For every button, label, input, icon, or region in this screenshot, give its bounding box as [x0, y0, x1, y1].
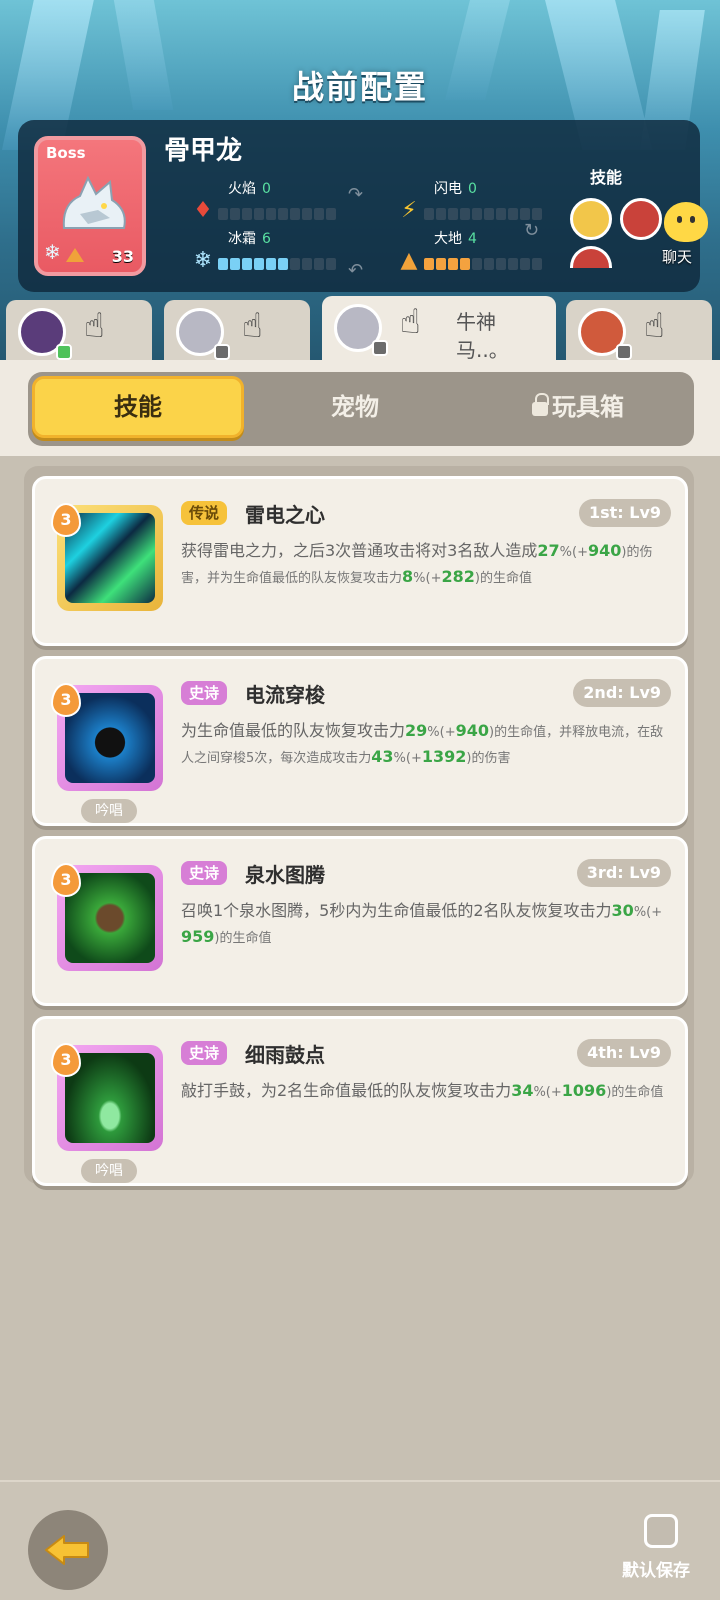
hero-name: 牛神马..。: [456, 310, 509, 362]
skill-description: 获得雷电之力，之后3次普通攻击将对3名敌人造成27%(+940)的伤害，并为生命…: [181, 541, 653, 586]
rarity-badge: 传说: [181, 501, 228, 525]
swap-arrow-icon: ↶: [348, 260, 364, 281]
rarity-badge: 史诗: [181, 1041, 228, 1065]
boss-level: 33: [111, 247, 134, 266]
hero-tab-4[interactable]: ☝: [566, 300, 712, 362]
tab-pets[interactable]: 宠物: [260, 376, 450, 438]
skill-slot-level: 1st: Lv9: [578, 499, 671, 527]
element-bar: [218, 258, 336, 270]
hero-tab-2[interactable]: ☝: [164, 300, 310, 362]
element-bar: [424, 208, 542, 220]
element-value: 4: [468, 231, 477, 247]
boss-portrait: [62, 175, 126, 229]
status-badge: [214, 344, 230, 360]
skill-card[interactable]: 3 吟唱 史诗 电流穿梭 2nd: Lv9 为生命值最低的队友恢复攻击力29%(…: [32, 656, 688, 826]
boss-info-panel: Boss ❄ 33 骨甲龙 火焰 0 ♦ 闪电 0 ⚡ 冰霜 6 ❄ 大地 4 ▲ ↷ …: [18, 120, 700, 292]
element-bar: [424, 258, 542, 270]
boss-skill-icon[interactable]: [620, 198, 662, 240]
element-label: 火焰: [228, 181, 256, 197]
boss-card[interactable]: Boss ❄ 33: [34, 136, 146, 276]
skill-card[interactable]: 3 吟唱 史诗 细雨鼓点 4th: Lv9 敲打手鼓，为2名生命值最低的队友恢复…: [32, 1016, 688, 1186]
back-arrow-icon: [45, 1535, 89, 1565]
tab-toybox[interactable]: 玩具箱: [478, 376, 678, 438]
hero-tab-3[interactable]: ☝ 牛神马..。: [322, 296, 556, 362]
chant-tag: 吟唱: [81, 1159, 137, 1183]
element-value: 0: [262, 181, 271, 197]
earth-icon: ▲: [400, 248, 418, 273]
skill-name: 电流穿梭: [245, 683, 325, 707]
rarity-badge: 史诗: [181, 681, 228, 705]
element-value: 6: [262, 231, 271, 247]
skill-name: 雷电之心: [245, 503, 325, 527]
hand-icon: ☝: [84, 306, 105, 346]
page-title: 战前配置: [291, 68, 428, 106]
hand-icon: ☝: [400, 302, 421, 342]
element-value: 0: [468, 181, 477, 197]
snowflake-icon: ❄: [193, 248, 213, 273]
swap-arrow-icon: ↻: [524, 220, 540, 241]
skill-slot-level: 2nd: Lv9: [573, 679, 671, 707]
status-badge: [56, 344, 72, 360]
hand-icon: ☝: [644, 306, 665, 346]
element-label: 大地: [434, 231, 462, 247]
boss-skills-label: 技能: [590, 168, 623, 187]
status-badge: [616, 344, 632, 360]
rarity-badge: 史诗: [181, 861, 228, 885]
back-button[interactable]: [28, 1510, 108, 1590]
skill-description: 为生命值最低的队友恢复攻击力29%(+940)的生命值，并释放电流，在敌人之间穿…: [181, 721, 664, 766]
status-badge: [372, 340, 388, 356]
boss-skill-icon[interactable]: [570, 198, 612, 240]
hand-icon: ☝: [242, 306, 263, 346]
hero-tab-1[interactable]: ☝: [6, 300, 152, 362]
tab-toybox-label: 玩具箱: [552, 393, 624, 421]
skill-name: 细雨鼓点: [245, 1043, 325, 1067]
skill-card[interactable]: 3 史诗 泉水图腾 3rd: Lv9 召唤1个泉水图腾，5秒内为生命值最低的2名…: [32, 836, 688, 1006]
element-label: 冰霜: [228, 231, 256, 247]
skill-star-level: 3: [51, 863, 81, 897]
skill-slot-level: 3rd: Lv9: [576, 859, 671, 887]
earth-icon: [66, 248, 84, 262]
skill-slot-level: 4th: Lv9: [577, 1039, 671, 1067]
lock-icon: [532, 393, 549, 416]
lightning-icon: ⚡: [401, 198, 417, 223]
skill-config-area: 技能 宠物 玩具箱 3 传说 雷电之心 1st: Lv9 获得雷电之力，之后3次…: [0, 360, 720, 1480]
default-save-label: 默认保存: [622, 1561, 690, 1581]
skill-star-level: 3: [51, 683, 81, 717]
swap-arrow-icon: ↷: [348, 184, 364, 205]
element-frost: 冰霜 6 ❄: [188, 228, 336, 278]
chant-tag: 吟唱: [81, 799, 137, 823]
chat-button[interactable]: 聊天: [662, 246, 692, 267]
element-bar: [218, 208, 336, 220]
element-lightning: 闪电 0 ⚡: [394, 178, 542, 228]
boss-skill-icon[interactable]: [570, 246, 612, 268]
skill-name: 泉水图腾: [245, 863, 325, 887]
default-save-checkbox[interactable]: [644, 1514, 678, 1548]
flame-icon: ♦: [193, 198, 213, 223]
skill-description: 召唤1个泉水图腾，5秒内为生命值最低的2名队友恢复攻击力30%(+959)的生命…: [181, 901, 663, 946]
boss-name: 骨甲龙: [164, 136, 243, 166]
snowflake-icon: ❄: [44, 240, 61, 264]
skill-star-level: 3: [51, 503, 81, 537]
boss-tag: Boss: [46, 144, 86, 162]
element-label: 闪电: [434, 181, 462, 197]
element-fire: 火焰 0 ♦: [188, 178, 336, 228]
tab-skills[interactable]: 技能: [32, 376, 244, 438]
chat-emoji-icon[interactable]: [664, 202, 708, 242]
bottom-bar: 默认保存: [0, 1480, 720, 1600]
skill-description: 敲打手鼓，为2名生命值最低的队友恢复攻击力34%(+1096)的生命值: [181, 1081, 664, 1100]
category-tabs: 技能 宠物 玩具箱: [28, 372, 694, 446]
element-earth: 大地 4 ▲: [394, 228, 542, 278]
skill-card[interactable]: 3 传说 雷电之心 1st: Lv9 获得雷电之力，之后3次普通攻击将对3名敌人…: [32, 476, 688, 646]
skill-star-level: 3: [51, 1043, 81, 1077]
